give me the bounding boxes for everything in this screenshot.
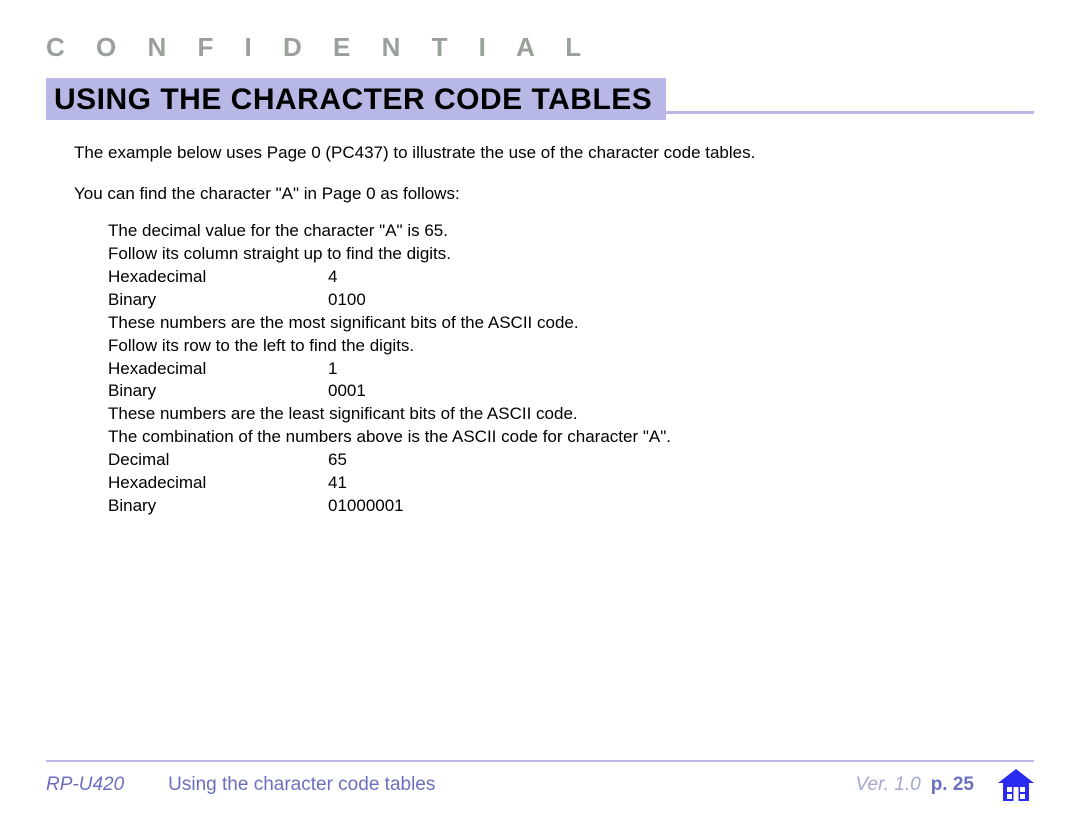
details-block: The decimal value for the character "A" … — [108, 220, 1020, 518]
footer-model: RP-U420 — [46, 774, 124, 796]
detail-line: Binary0001 — [108, 380, 1020, 403]
detail-line: Follow its row to the left to find the d… — [108, 335, 1020, 358]
detail-line: Binary0100 — [108, 289, 1020, 312]
confidential-watermark: C O N F I D E N T I A L — [46, 32, 593, 63]
footer-page-number: p. 25 — [931, 774, 974, 796]
detail-line: Hexadecimal4 — [108, 266, 1020, 289]
content-body: The example below uses Page 0 (PC437) to… — [74, 142, 1020, 518]
title-highlight: USING THE CHARACTER CODE TABLES — [46, 78, 666, 120]
detail-line: Hexadecimal41 — [108, 472, 1020, 495]
detail-line: Decimal65 — [108, 449, 1020, 472]
page-footer: RP-U420 Using the character code tables … — [46, 760, 1034, 800]
detail-line: Follow its column straight up to find th… — [108, 243, 1020, 266]
home-icon[interactable] — [998, 769, 1034, 801]
sub-paragraph: You can find the character "A" in Page 0… — [74, 183, 1020, 206]
detail-line: These numbers are the least significant … — [108, 403, 1020, 426]
footer-version: Ver. 1.0 — [856, 774, 921, 796]
footer-section-title: Using the character code tables — [168, 774, 435, 796]
title-bar: USING THE CHARACTER CODE TABLES — [46, 78, 1034, 120]
detail-line: Binary01000001 — [108, 495, 1020, 518]
detail-line: The decimal value for the character "A" … — [108, 220, 1020, 243]
intro-paragraph: The example below uses Page 0 (PC437) to… — [74, 142, 1020, 165]
title-rule — [666, 78, 1034, 120]
detail-line: These numbers are the most significant b… — [108, 312, 1020, 335]
page-title: USING THE CHARACTER CODE TABLES — [54, 83, 652, 117]
detail-line: Hexadecimal1 — [108, 358, 1020, 381]
detail-line: The combination of the numbers above is … — [108, 426, 1020, 449]
